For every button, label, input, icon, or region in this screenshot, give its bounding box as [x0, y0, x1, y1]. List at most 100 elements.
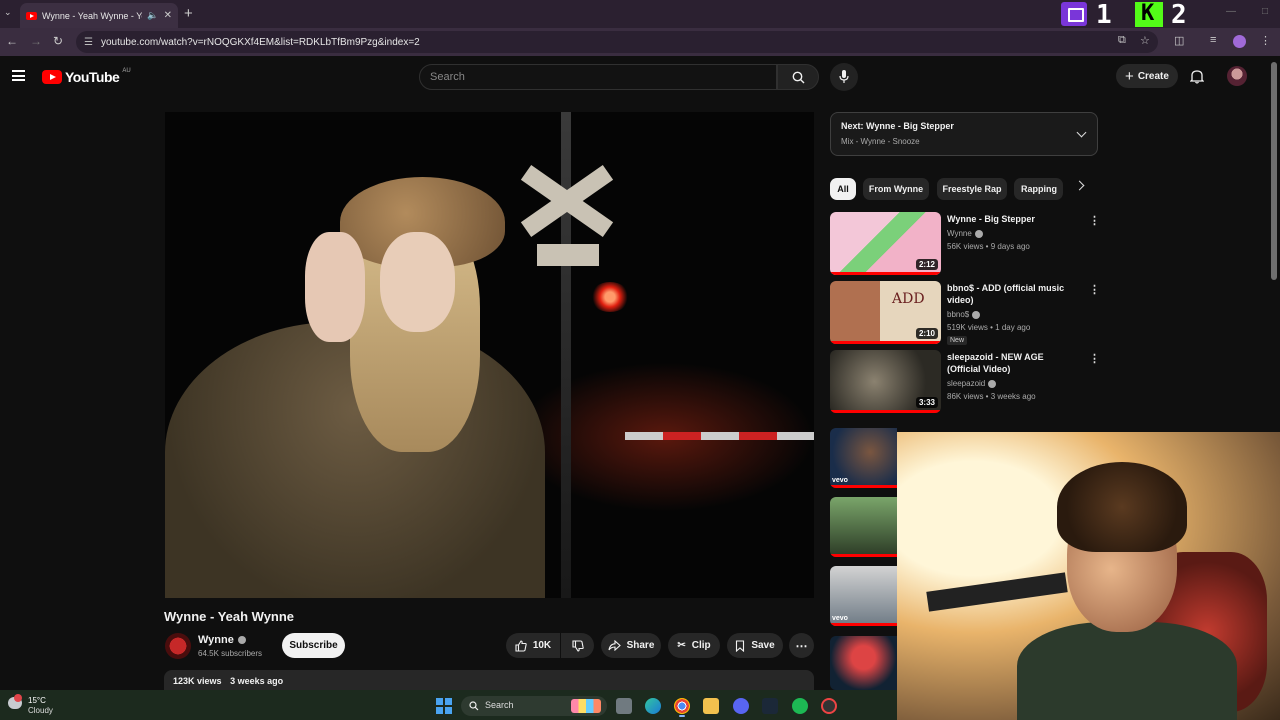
- more-options-icon[interactable]: ⋮: [1089, 352, 1100, 365]
- search-button[interactable]: [777, 64, 819, 90]
- subscriber-count: 64.5K subscribers: [198, 649, 263, 658]
- clip-button[interactable]: ✂ Clip: [668, 633, 720, 658]
- youtube-logo[interactable]: YouTube AU: [42, 68, 131, 85]
- verified-badge-icon: [988, 379, 997, 388]
- edge-browser-icon[interactable]: [645, 698, 661, 714]
- voice-search-button[interactable]: [830, 63, 858, 91]
- video-thumbnail[interactable]: ADD 2:10: [830, 281, 941, 344]
- chip-freestyle-rap[interactable]: Freestyle Rap: [937, 178, 1007, 200]
- url-text: youtube.com/watch?v=rNOQGKXf4EM&list=RDK…: [100, 36, 420, 48]
- duration-badge: 3:33: [915, 397, 938, 408]
- search-icon: [792, 71, 805, 84]
- reload-icon[interactable]: ↻: [53, 34, 63, 48]
- chevron-right-icon[interactable]: [1074, 180, 1085, 191]
- video-thumbnail[interactable]: [830, 636, 897, 690]
- weather-temperature[interactable]: 15°C: [28, 696, 46, 705]
- microphone-icon: [839, 70, 849, 83]
- browser-menu-icon[interactable]: ⋮: [1260, 34, 1271, 47]
- extensions-icon[interactable]: ◫: [1174, 34, 1184, 47]
- search-input[interactable]: Search: [419, 64, 777, 90]
- view-count: 123K views: [173, 676, 222, 686]
- browser-address-bar: ← → ↻ ☰ youtube.com/watch?v=rNOQGKXf4EM&…: [0, 28, 1280, 56]
- close-tab-icon[interactable]: ✕: [164, 10, 172, 21]
- discord-icon[interactable]: [733, 698, 749, 714]
- new-tab-icon[interactable]: +: [184, 5, 193, 22]
- dislike-button[interactable]: [561, 633, 594, 658]
- duration-badge: 2:12: [915, 259, 938, 270]
- up-next-title: Next: Wynne - Big Stepper: [841, 121, 954, 131]
- hamburger-menu-icon[interactable]: [12, 70, 25, 81]
- watched-progress-bar: [830, 485, 897, 488]
- weather-condition[interactable]: Cloudy: [28, 706, 53, 715]
- verified-badge-icon: [237, 636, 246, 644]
- maximize-icon[interactable]: □: [1262, 6, 1268, 17]
- chrome-icon[interactable]: [674, 698, 690, 714]
- railroad-crossing-pole: [561, 112, 571, 598]
- up-next-panel[interactable]: Next: Wynne - Big Stepper Mix - Wynne - …: [830, 112, 1098, 156]
- watched-progress-bar: [830, 341, 941, 344]
- recommendation-item[interactable]: 2:12 Wynne - Big Stepper Wynne 56K views…: [830, 212, 1100, 276]
- youtube-play-icon: [42, 70, 62, 84]
- video-player[interactable]: [165, 112, 814, 598]
- scrollbar-thumb[interactable]: [1271, 62, 1277, 280]
- watched-progress-bar: [830, 554, 897, 557]
- obs-icon[interactable]: [821, 698, 837, 714]
- install-app-icon[interactable]: ⧉: [1118, 34, 1126, 47]
- recommendation-channel[interactable]: Wynne: [947, 229, 983, 238]
- video-thumbnail[interactable]: 2:12: [830, 212, 941, 275]
- chip-rapping[interactable]: Rapping: [1014, 178, 1063, 200]
- recommendation-title[interactable]: bbno$ - ADD (official music video): [947, 282, 1077, 306]
- streamer-hair: [1057, 462, 1187, 552]
- media-controls-icon[interactable]: ≡: [1210, 34, 1216, 46]
- watched-progress-bar: [830, 623, 897, 626]
- back-icon[interactable]: ←: [6, 34, 18, 48]
- create-button[interactable]: + Create: [1116, 64, 1178, 88]
- browser-profile-icon[interactable]: [1233, 35, 1246, 48]
- channel-avatar[interactable]: [165, 633, 191, 659]
- more-options-icon[interactable]: ⋮: [1089, 283, 1100, 296]
- recommendation-channel[interactable]: bbno$: [947, 310, 981, 319]
- more-options-icon[interactable]: ⋮: [1089, 214, 1100, 227]
- recommendation-item[interactable]: ADD 2:10 bbno$ - ADD (official music vid…: [830, 281, 1100, 345]
- channel-name[interactable]: Wynne: [198, 634, 246, 646]
- microphone-arm: [926, 572, 1068, 612]
- plus-icon: +: [1125, 67, 1134, 85]
- subscribe-button[interactable]: Subscribe: [282, 633, 345, 658]
- like-button[interactable]: 10K: [506, 633, 560, 658]
- more-actions-icon[interactable]: ⋯: [789, 633, 814, 658]
- recommendation-item[interactable]: 3:33 sleepazoid - NEW AGE (Official Vide…: [830, 350, 1100, 414]
- video-thumbnail[interactable]: vevo: [830, 566, 897, 626]
- site-info-icon[interactable]: ☰: [84, 37, 93, 48]
- save-button[interactable]: Save: [727, 633, 783, 658]
- bookmark-star-icon[interactable]: ☆: [1140, 34, 1150, 47]
- browser-tab[interactable]: Wynne - Yeah Wynne - YouTube 🔈 ✕: [20, 3, 178, 28]
- recommendation-channel[interactable]: sleepazoid: [947, 379, 997, 388]
- recommendation-title[interactable]: sleepazoid - NEW AGE (Official Video): [947, 351, 1077, 375]
- file-explorer-icon[interactable]: [703, 698, 719, 714]
- video-thumbnail[interactable]: [830, 497, 897, 557]
- tab-search-chevron-icon[interactable]: ⌄: [4, 7, 12, 18]
- chip-from-wynne[interactable]: From Wynne: [863, 178, 929, 200]
- notifications-bell-icon[interactable]: [1190, 69, 1204, 84]
- share-button[interactable]: Share: [601, 633, 661, 658]
- video-thumbnail[interactable]: 3:33: [830, 350, 941, 413]
- speaker-icon[interactable]: 🔈: [147, 10, 158, 21]
- steam-icon[interactable]: [762, 698, 778, 714]
- twitch-viewer-count: 1: [1096, 0, 1112, 30]
- account-avatar[interactable]: [1227, 66, 1247, 86]
- windows-start-icon[interactable]: [436, 698, 452, 714]
- watched-progress-bar: [830, 272, 941, 275]
- video-title: Wynne - Yeah Wynne: [164, 609, 295, 624]
- url-field[interactable]: ☰ youtube.com/watch?v=rNOQGKXf4EM&list=R…: [76, 31, 1158, 53]
- thumbs-down-icon: [571, 639, 584, 652]
- video-thumbnail[interactable]: vevo: [830, 428, 897, 488]
- minimize-icon[interactable]: —: [1226, 6, 1236, 17]
- task-view-icon[interactable]: [616, 698, 632, 714]
- forward-icon[interactable]: →: [30, 34, 42, 48]
- recommendation-title[interactable]: Wynne - Big Stepper: [947, 213, 1077, 225]
- chip-all[interactable]: All: [830, 178, 856, 200]
- spotify-icon[interactable]: [792, 698, 808, 714]
- verified-badge-icon: [974, 229, 983, 238]
- taskbar-search[interactable]: Search: [461, 696, 607, 716]
- upload-age: 3 weeks ago: [230, 676, 284, 686]
